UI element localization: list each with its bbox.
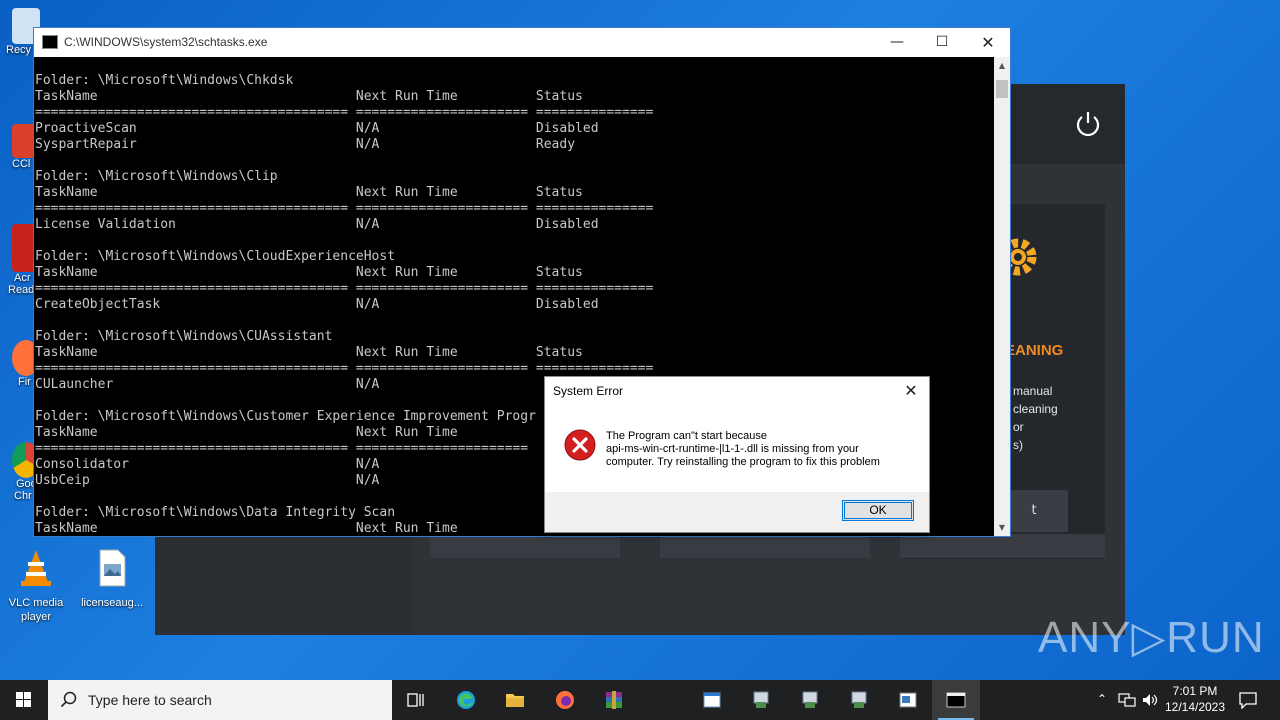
vlc-desktop-icon[interactable]: VLC media player [0, 548, 72, 624]
bgapp-strip-3 [900, 534, 1105, 558]
scroll-down-icon[interactable]: ▼ [994, 519, 1010, 536]
system-clock[interactable]: 7:01 PM 12/14/2023 [1162, 683, 1228, 715]
installer-icon-3 [851, 691, 867, 708]
anyrun-watermark: ANY▷RUN [1038, 613, 1265, 662]
windows-logo-icon [16, 692, 31, 707]
taskbar-console[interactable] [932, 680, 980, 720]
taskbar-file-explorer[interactable] [491, 680, 539, 720]
console-icon [946, 692, 966, 708]
edge-browser-icon [457, 691, 475, 709]
taskbar-installer-2[interactable] [786, 680, 834, 720]
taskbar-search-box[interactable]: Type here to search [48, 680, 392, 720]
bgapp-strip-1 [430, 534, 620, 558]
dialog-footer: OK [545, 492, 929, 532]
dialog-message: The Program can"t start because api-ms-w… [606, 430, 880, 468]
tray-chevron-icon[interactable]: ⌃ [1094, 692, 1110, 708]
vlc-cone-icon [21, 550, 51, 586]
maximize-button[interactable]: ☐ [919, 28, 965, 57]
installer-icon [753, 691, 769, 708]
bgapp-panel-text: manual cleaning or s) [1013, 384, 1058, 452]
search-icon [60, 691, 77, 708]
start-button[interactable] [0, 680, 48, 720]
taskbar-image-viewer[interactable] [884, 680, 932, 720]
licenseaug-desktop-icon[interactable]: licenseaug... [76, 548, 148, 610]
scroll-up-icon[interactable]: ▲ [994, 57, 1010, 74]
close-button[interactable]: ✕ [965, 28, 1011, 57]
task-view-button[interactable] [392, 680, 440, 720]
image-viewer-icon [899, 692, 917, 708]
taskbar-installer-3[interactable] [835, 680, 883, 720]
taskbar-winrar[interactable] [590, 680, 638, 720]
folder-icon [506, 694, 524, 707]
search-placeholder: Type here to search [88, 692, 212, 708]
console-app-icon [42, 35, 58, 49]
licenseaug-label: licenseaug... [81, 597, 143, 609]
volume-icon[interactable] [1141, 692, 1159, 708]
power-icon[interactable] [1073, 109, 1103, 139]
scroll-thumb[interactable] [996, 80, 1008, 98]
bgapp-panel-title: EANING [1005, 342, 1064, 359]
ok-button[interactable]: OK [842, 500, 914, 521]
clock-date: 12/14/2023 [1164, 700, 1226, 714]
console-titlebar[interactable]: C:\WINDOWS\system32\schtasks.exe — ☐ ✕ [34, 28, 1010, 57]
taskbar-installer-1[interactable] [737, 680, 785, 720]
taskbar: Type here to search ⌃ 7:01 PM 12/14/2023 [0, 680, 1280, 720]
task-view-icon [407, 693, 424, 707]
minimize-button[interactable]: — [874, 28, 920, 57]
clock-time: 7:01 PM [1172, 684, 1218, 698]
dialog-title: System Error [553, 384, 624, 398]
bgapp-strip-2 [660, 534, 870, 558]
dialog-close-button[interactable]: ✕ [897, 379, 925, 403]
system-error-dialog[interactable]: System Error ✕ The Program can"t start b… [544, 376, 930, 533]
console-scrollbar[interactable]: ▲ ▼ [994, 57, 1010, 536]
console-title: C:\WINDOWS\system32\schtasks.exe [64, 35, 268, 49]
taskbar-app-window[interactable] [688, 680, 736, 720]
image-file-icon [99, 549, 126, 587]
taskbar-firefox[interactable] [541, 680, 589, 720]
winrar-icon [606, 691, 622, 709]
window-app-icon [703, 692, 721, 708]
firefox-icon [556, 691, 574, 709]
network-icon[interactable] [1118, 692, 1136, 708]
taskbar-edge[interactable] [442, 680, 490, 720]
vlc-label: VLC media player [8, 597, 64, 623]
error-icon [564, 429, 596, 461]
notification-icon[interactable] [1238, 691, 1258, 709]
installer-icon-2 [802, 691, 818, 708]
